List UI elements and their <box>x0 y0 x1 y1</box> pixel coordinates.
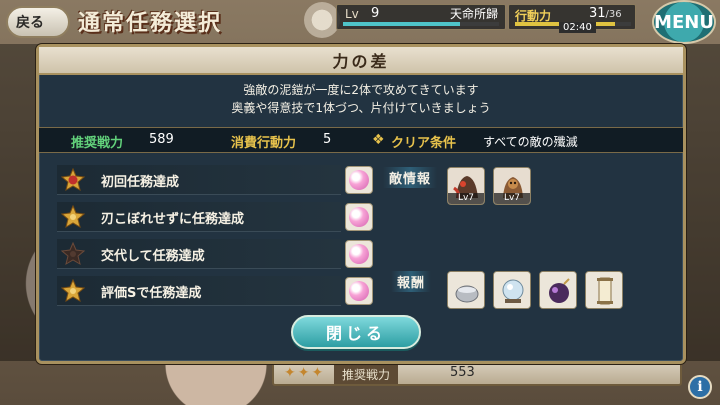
silver-bowl-item-icon <box>448 272 484 308</box>
objective-reward-orb[interactable] <box>345 240 373 268</box>
reward-item[interactable] <box>585 271 623 309</box>
stamina-cost-value: 5 <box>323 132 332 147</box>
gold-star-medal-icon <box>61 279 85 303</box>
top-bar: 戻る 通常任務選択 Lv 9 天命所歸 行動力 31/36 02:40 MENU <box>0 0 720 44</box>
dialog-title: 力の差 <box>332 52 390 71</box>
enemy-info-label: 敵情報 <box>383 167 438 188</box>
mission-detail-dialog: 力の差 強敵の泥鎧が一度に2体で攻めてきています 奥義や得意技で1体づつ、片付け… <box>36 44 686 364</box>
enemy-thumbnail[interactable]: Lv7 <box>447 167 485 205</box>
objective-row: 初回任務達成 <box>57 165 373 195</box>
underlying-power-label: 推奨戦力 <box>334 365 399 384</box>
reward-item[interactable] <box>539 271 577 309</box>
red-gold-medal-icon <box>61 168 85 192</box>
objective-row: 評価Sで任務達成 <box>57 276 373 306</box>
level-progress-bar <box>343 22 499 26</box>
stamina-panel: 行動力 31/36 02:40 <box>508 4 636 33</box>
menu-button[interactable]: MENU <box>652 0 716 44</box>
clear-condition-label: クリア条件 <box>391 136 457 151</box>
close-button[interactable]: 閉じる <box>291 315 421 349</box>
objective-row: 刃こぼれせずに任務達成 <box>57 202 373 232</box>
objective-reward-orb[interactable] <box>345 203 373 231</box>
enemy-thumbnail[interactable]: Lv7 <box>493 167 531 205</box>
stamina-timer: 02:40 <box>559 22 596 33</box>
crest-emblem-icon <box>304 2 340 38</box>
level-value: 9 <box>371 6 380 21</box>
info-icon[interactable]: i <box>688 375 712 399</box>
recommended-power-value: 589 <box>149 132 174 147</box>
pink-orb-icon <box>349 281 369 301</box>
recommended-power-label: 推奨戦力 <box>71 136 124 151</box>
objective-label: 刃こぼれせずに任務達成 <box>101 212 245 227</box>
back-button[interactable]: 戻る <box>6 6 70 38</box>
enemy-level: Lv7 <box>448 193 484 204</box>
stamina-cost-label: 消費行動力 <box>231 136 297 151</box>
stamina-value: 31/36 <box>589 6 622 21</box>
rank-name: 天命所歸 <box>450 7 499 21</box>
objective-row: 交代して任務達成 <box>57 239 373 269</box>
objective-label: 交代して任務達成 <box>101 249 205 264</box>
screen-title: 通常任務選択 <box>78 10 223 36</box>
objective-label: 初回任務達成 <box>101 175 180 190</box>
mission-stats-bar: 推奨戦力 589 消費行動力 5 ❖ クリア条件 すべての敵の殲滅 <box>39 127 683 153</box>
objective-reward-orb[interactable] <box>345 166 373 194</box>
level-label: Lv <box>345 7 359 21</box>
objective-reward-orb[interactable] <box>345 277 373 305</box>
pink-orb-icon <box>349 207 369 227</box>
purple-bomb-item-icon <box>540 272 576 308</box>
reward-label: 報酬 <box>391 271 432 292</box>
crystal-orb-item-icon <box>494 272 530 308</box>
pink-orb-icon <box>349 170 369 190</box>
clear-condition-value: すべての敵の殲滅 <box>483 135 578 149</box>
underlying-power-value: 553 <box>450 365 475 380</box>
reward-item[interactable] <box>447 271 485 309</box>
diamond-cluster-icon: ❖ <box>372 132 385 148</box>
dialog-header: 力の差 <box>39 47 683 75</box>
scroll-item-icon <box>586 272 622 308</box>
dark-star-medal-icon <box>61 242 85 266</box>
mission-description: 強敵の泥鎧が一度に2体で攻めてきています 奥義や得意技で1体づつ、片付けていきま… <box>231 83 491 115</box>
medal-row-icon: ✦✦✦ <box>284 365 326 381</box>
gold-star-medal-icon <box>61 205 85 229</box>
reward-item[interactable] <box>493 271 531 309</box>
enemy-level: Lv7 <box>494 193 530 204</box>
pink-orb-icon <box>349 244 369 264</box>
objective-label: 評価Sで任務達成 <box>101 286 202 301</box>
